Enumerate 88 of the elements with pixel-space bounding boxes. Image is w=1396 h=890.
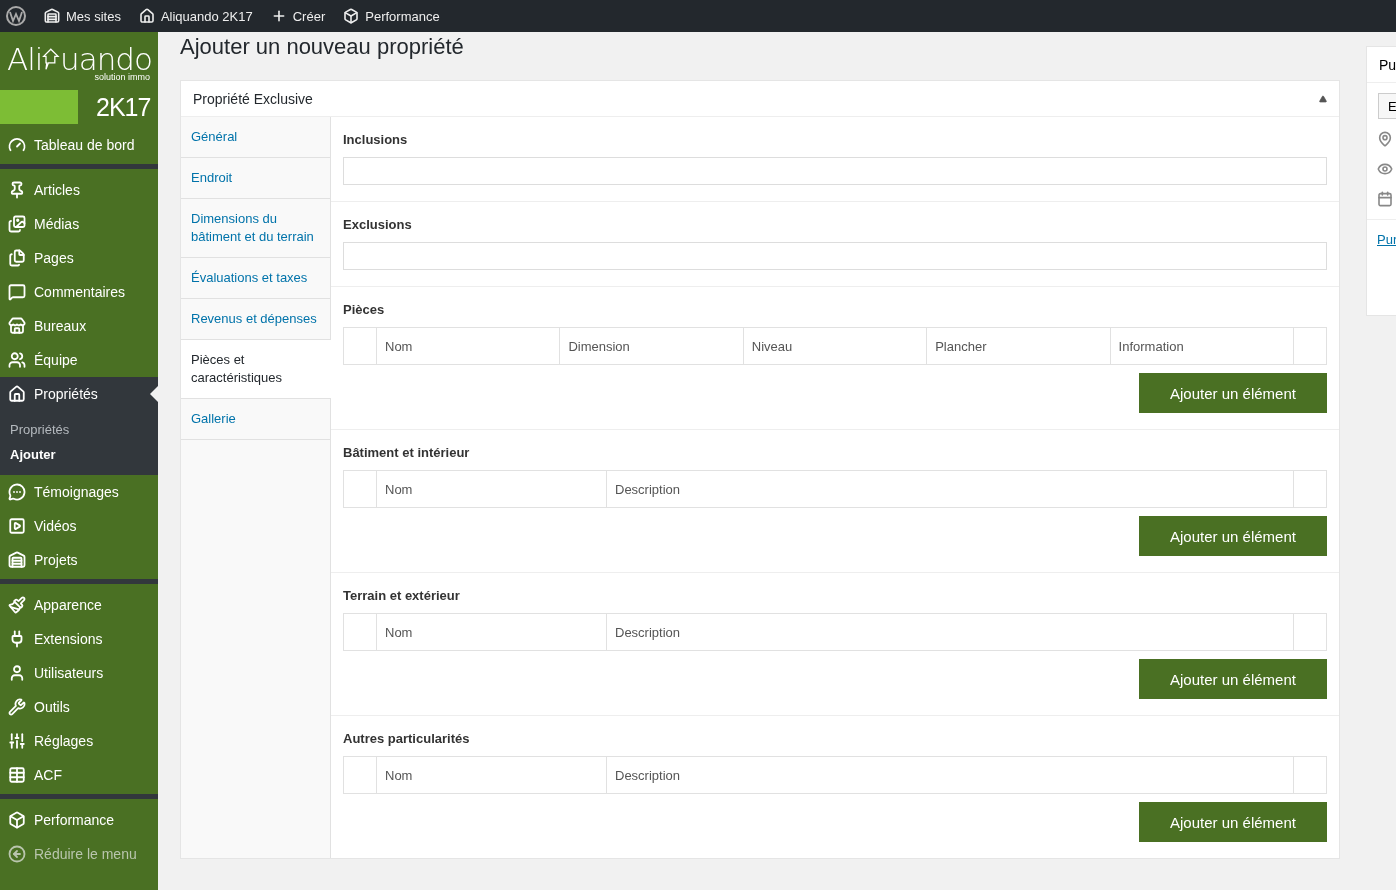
field-label: Inclusions	[343, 132, 409, 147]
pin-icon	[1377, 131, 1393, 147]
vertical-tab[interactable]: Gallerie	[181, 399, 330, 440]
sidebar-item[interactable]: Articles	[0, 173, 158, 207]
column-header: Nom	[376, 471, 606, 507]
submenu-item[interactable]: Ajouter	[0, 442, 158, 467]
sidebar-item[interactable]: Performance	[0, 803, 158, 837]
paintbrush-icon	[8, 596, 26, 614]
logo-text: uando	[60, 44, 152, 74]
column-header: Niveau	[742, 328, 927, 364]
sidebar-item[interactable]: Médias	[0, 207, 158, 241]
vertical-tab[interactable]: Général	[181, 117, 330, 158]
house-icon	[8, 385, 26, 403]
add-row-button[interactable]: Ajouter un élément	[1139, 516, 1327, 556]
admin-bar-link[interactable]: Créer	[270, 8, 326, 24]
column-header: Description	[606, 471, 1293, 507]
column-header: Description	[606, 614, 1293, 650]
admin-bar-link[interactable]: Mes sites	[44, 8, 121, 24]
column-header: Dimension	[559, 328, 743, 364]
logo-tagline: solution immo	[94, 72, 150, 82]
sidebar-item[interactable]: ACF	[0, 758, 158, 792]
box-icon	[343, 8, 360, 24]
text-field[interactable]	[343, 242, 1327, 270]
sidebar-item[interactable]: Réduire le menu	[0, 837, 158, 871]
sidebar-item[interactable]: Équipe	[0, 343, 158, 377]
panel-title: Pu	[1367, 47, 1396, 83]
user-icon	[8, 664, 26, 682]
text-field[interactable]	[343, 157, 1327, 185]
pin-icon	[8, 181, 26, 199]
field-label: Terrain et extérieur	[343, 588, 461, 603]
wordpress-logo-icon	[6, 6, 26, 26]
wordpress-logo-button[interactable]	[6, 6, 26, 26]
sidebar-item[interactable]: Vidéos	[0, 509, 158, 543]
people-icon	[8, 351, 26, 369]
field-label: Bâtiment et intérieur	[343, 445, 471, 460]
sidebar-item[interactable]: Outils	[0, 690, 158, 724]
sidebar-item[interactable]: Extensions	[0, 622, 158, 656]
store-icon	[8, 317, 26, 335]
column-header: Nom	[376, 757, 606, 793]
submenu-item[interactable]: Propriétés	[0, 417, 158, 442]
sidebar-item[interactable]: Apparence	[0, 588, 158, 622]
admin-bar-link[interactable]: Performance	[343, 8, 440, 24]
vertical-tab[interactable]: Endroit	[181, 158, 330, 199]
sidebar-item[interactable]: Commentaires	[0, 275, 158, 309]
page-title: Ajouter un nouveau propriété	[180, 34, 465, 61]
sliders-icon	[8, 732, 26, 750]
metabox-title: Propriété Exclusive	[193, 90, 313, 107]
logo-text: Ali	[7, 44, 43, 74]
pages-icon	[8, 249, 26, 267]
field-label: Autres particularités	[343, 731, 471, 746]
column-header: Information	[1109, 328, 1293, 364]
chat-bubble-icon	[8, 483, 26, 501]
column-header: Nom	[376, 328, 560, 364]
play-icon	[8, 517, 26, 535]
admin-bar-link[interactable]: Aliquando 2K17	[138, 8, 253, 24]
images-icon	[8, 215, 26, 233]
sidebar-item[interactable]: Réglages	[0, 724, 158, 758]
gauge-icon	[8, 136, 26, 154]
field-label: Pièces	[343, 302, 386, 317]
current-pointer	[150, 386, 158, 402]
wrench-icon	[8, 698, 26, 716]
add-row-button[interactable]: Ajouter un élément	[1139, 373, 1327, 413]
speech-bubble-icon	[8, 283, 26, 301]
add-row-button[interactable]: Ajouter un élément	[1139, 802, 1327, 842]
box-icon	[8, 811, 26, 829]
add-row-button[interactable]: Ajouter un élément	[1139, 659, 1327, 699]
column-header: Nom	[376, 614, 606, 650]
sidebar-item[interactable]: Utilisateurs	[0, 656, 158, 690]
sidebar-item[interactable]: Projets	[0, 543, 158, 577]
sidebar-item[interactable]: Bureaux	[0, 309, 158, 343]
sidebar-item[interactable]: Propriétés	[0, 377, 158, 411]
vertical-tab[interactable]: Pièces et caractéristiques	[181, 340, 331, 399]
sidebar-item[interactable]: Tableau de bord	[0, 128, 158, 162]
calendar-icon	[1377, 191, 1393, 207]
eye-icon	[1377, 161, 1393, 177]
table-icon	[8, 766, 26, 784]
logo-edition: 2K17	[96, 92, 151, 122]
collapse-toggle-icon[interactable]	[1319, 94, 1327, 103]
column-header: Description	[606, 757, 1293, 793]
arrow-left-icon	[8, 845, 26, 863]
column-header: Plancher	[926, 328, 1110, 364]
vertical-tab[interactable]: Dimensions du bâtiment et du terrain	[181, 199, 330, 258]
sidebar-item[interactable]: Témoignages	[0, 475, 158, 509]
sidebar-item[interactable]: Pages	[0, 241, 158, 275]
vertical-tab[interactable]: Évaluations et taxes	[181, 258, 330, 299]
field-label: Exclusions	[343, 217, 413, 232]
house-icon	[138, 8, 155, 24]
save-button[interactable]: E	[1378, 93, 1396, 119]
